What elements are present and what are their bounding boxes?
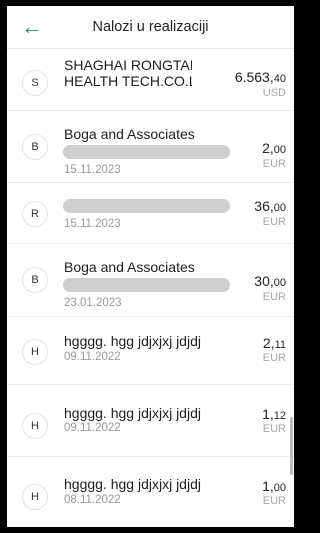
order-amount: 30,00 xyxy=(254,273,286,289)
order-amount: 1,12 xyxy=(262,406,286,422)
order-amount: 6.563,40 xyxy=(234,69,286,85)
order-date: 09.11.2022 xyxy=(64,351,121,363)
order-row[interactable]: B Boga and Associates 23.01.2023 30,00 E… xyxy=(7,244,294,317)
scrollbar[interactable] xyxy=(290,417,293,475)
order-currency: EUR xyxy=(262,352,286,364)
order-currency: EUR xyxy=(262,216,286,228)
order-amount: 36,00 xyxy=(254,198,286,214)
order-date: 15.11.2023 xyxy=(64,164,121,176)
order-amount: 1,00 xyxy=(262,478,286,494)
avatar: B xyxy=(22,134,48,160)
arrow-left-icon[interactable]: ← xyxy=(21,15,47,41)
order-date: 15.11.2023 xyxy=(64,218,121,230)
order-date: 09.11.2022 xyxy=(64,422,121,434)
order-currency: EUR xyxy=(262,495,286,507)
order-currency: USD xyxy=(262,87,286,99)
order-date: 23.01.2023 xyxy=(64,297,122,309)
redacted-text xyxy=(63,199,230,213)
order-row[interactable]: H hgggg. hgg jdjxjxj jdjdj 08.11.2022 1,… xyxy=(7,457,294,527)
avatar: H xyxy=(22,339,48,365)
order-row[interactable]: R 15.11.2023 36,00 EUR xyxy=(7,183,294,244)
order-currency: EUR xyxy=(262,158,286,170)
order-name: Boga and Associates xyxy=(64,126,195,142)
avatar: S xyxy=(22,70,48,96)
order-name: SHAGHAI RONGTAI xyxy=(64,57,192,73)
order-row[interactable]: S SHAGHAI RONGTAI HEALTH TECH.CO.LT... 6… xyxy=(7,49,294,111)
order-date: 08.11.2022 xyxy=(64,494,121,506)
order-name: hgggg. hgg jdjxjxj jdjdj xyxy=(64,405,201,421)
order-row[interactable]: H hgggg. hgg jdjxjxj jdjdj 09.11.2022 2,… xyxy=(7,317,294,385)
order-row[interactable]: H hgggg. hgg jdjxjxj jdjdj 09.11.2022 1,… xyxy=(7,385,294,457)
top-bar: ← Nalozi u realizaciji xyxy=(7,6,294,49)
order-amount: 2,00 xyxy=(262,140,286,156)
order-currency: EUR xyxy=(262,291,286,303)
page-title: Nalozi u realizaciji xyxy=(92,19,209,35)
order-amount: 2,11 xyxy=(262,335,286,351)
avatar: B xyxy=(22,267,48,293)
redacted-text xyxy=(63,278,230,292)
avatar: H xyxy=(22,484,48,510)
order-name: Boga and Associates xyxy=(64,259,195,275)
redacted-text xyxy=(63,145,230,159)
order-name-line2: HEALTH TECH.CO.LT... xyxy=(64,73,192,89)
avatar: R xyxy=(22,201,48,227)
avatar: H xyxy=(22,413,48,439)
order-name: hgggg. hgg jdjxjxj jdjdj xyxy=(64,333,201,349)
order-currency: EUR xyxy=(262,423,286,435)
order-name: hgggg. hgg jdjxjxj jdjdj xyxy=(64,476,201,492)
app-screen: ← Nalozi u realizaciji S SHAGHAI RONGTAI… xyxy=(7,6,294,527)
order-row[interactable]: B Boga and Associates 15.11.2023 2,00 EU… xyxy=(7,111,294,183)
